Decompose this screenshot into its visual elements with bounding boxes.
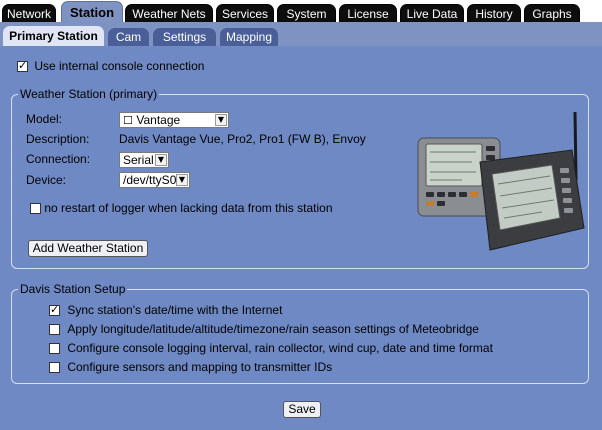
subtab-settings[interactable]: Settings: [153, 28, 216, 46]
apply-location-checkbox[interactable]: [49, 324, 60, 336]
sync-datetime-checkbox[interactable]: [49, 303, 60, 317]
use-internal-console-label: Use internal console connection: [34, 59, 205, 73]
weather-station-fieldset: Weather Station (primary) Model: ☐ Vanta…: [11, 87, 589, 269]
description-value: Davis Vantage Vue, Pro2, Pro1 (FW B), En…: [119, 132, 366, 146]
davis-console-image: [417, 111, 585, 251]
chevron-down-icon: ▼: [155, 154, 167, 166]
no-restart-row: no restart of logger when lacking data f…: [30, 201, 333, 216]
sync-datetime-label: Sync station's date/time with the Intern…: [67, 303, 283, 317]
davis-option-row: Sync station's date/time with the Intern…: [49, 303, 282, 318]
tab-services[interactable]: Services: [216, 4, 274, 22]
connection-select-value: Serial: [123, 153, 154, 167]
davis-option-row: Apply longitude/latitude/altitude/timezo…: [49, 322, 479, 337]
apply-location-label: Apply longitude/latitude/altitude/timezo…: [67, 322, 479, 336]
tab-network[interactable]: Network: [2, 4, 56, 22]
device-label: Device:: [26, 173, 67, 187]
davis-setup-fieldset: Davis Station Setup Sync station's date/…: [11, 282, 589, 384]
chevron-down-icon: ▼: [215, 114, 227, 126]
subtab-mapping[interactable]: Mapping: [220, 28, 278, 46]
no-restart-checkbox[interactable]: [30, 203, 41, 215]
configure-sensors-label: Configure sensors and mapping to transmi…: [67, 360, 333, 374]
tab-graphs[interactable]: Graphs: [524, 4, 580, 22]
connection-label: Connection:: [26, 152, 91, 166]
tab-history[interactable]: History: [467, 4, 521, 22]
connection-select[interactable]: Serial ▼: [119, 152, 169, 168]
davis-option-row: Configure sensors and mapping to transmi…: [49, 360, 332, 375]
no-restart-label: no restart of logger when lacking data f…: [44, 201, 333, 215]
tab-license[interactable]: License: [339, 4, 397, 22]
tab-system[interactable]: System: [277, 4, 336, 22]
top-tab-bar: Network Station Weather Nets Services Sy…: [0, 0, 602, 23]
use-internal-console-row: Use internal console connection: [17, 59, 204, 74]
device-select[interactable]: /dev/ttyS0 ▼: [119, 172, 190, 188]
weather-station-legend: Weather Station (primary): [18, 87, 160, 102]
use-internal-console-checkbox[interactable]: [17, 59, 28, 73]
model-select-value: Vantage: [136, 113, 181, 127]
davis-option-row: Configure console logging interval, rain…: [49, 341, 493, 356]
model-select[interactable]: ☐ Vantage ▼: [119, 112, 229, 128]
tab-station[interactable]: Station: [61, 1, 123, 23]
save-button[interactable]: Save: [283, 401, 321, 418]
station-settings-panel: Use internal console connection Weather …: [0, 46, 602, 430]
subtab-primary-station[interactable]: Primary Station: [3, 26, 104, 46]
chevron-down-icon: ▼: [176, 174, 188, 186]
description-label: Description:: [26, 132, 90, 146]
configure-sensors-checkbox[interactable]: [49, 362, 60, 374]
subtab-cam[interactable]: Cam: [108, 28, 149, 46]
configure-logging-label: Configure console logging interval, rain…: [67, 341, 493, 355]
add-weather-station-button[interactable]: Add Weather Station: [28, 240, 148, 257]
model-label: Model:: [26, 112, 63, 126]
davis-setup-legend: Davis Station Setup: [18, 282, 128, 297]
configure-logging-checkbox[interactable]: [49, 343, 60, 355]
tab-live-data[interactable]: Live Data: [400, 4, 464, 22]
tab-weather-nets[interactable]: Weather Nets: [125, 4, 213, 22]
model-option-icon: ☐: [123, 114, 137, 127]
device-select-value: /dev/ttyS0: [123, 173, 177, 187]
sub-tab-bar: Primary Station Cam Settings Mapping: [0, 22, 602, 46]
